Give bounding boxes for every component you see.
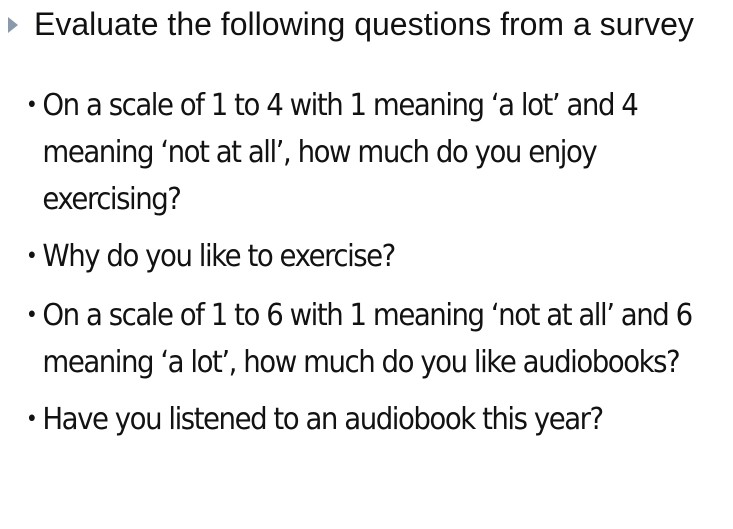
survey-question-4: • Have you listened to an audiobook this…: [24, 396, 723, 443]
heading-text: Evaluate the following questions from a …: [34, 6, 694, 42]
dot-bullet-icon: •: [25, 93, 38, 118]
dot-bullet-icon: •: [25, 244, 38, 269]
slide-heading: Evaluate the following questions from a …: [8, 4, 694, 44]
survey-question-text: On a scale of 1 to 4 with 1 meaning ‘a l…: [42, 88, 638, 217]
survey-question-text: Have you listened to an audiobook this y…: [42, 402, 604, 437]
dot-bullet-icon: •: [25, 303, 38, 328]
survey-question-list: • On a scale of 1 to 4 with 1 meaning ‘a…: [24, 82, 724, 453]
survey-question-text: Why do you like to exercise?: [42, 239, 396, 274]
survey-question-text: On a scale of 1 to 6 with 1 meaning ‘not…: [42, 298, 693, 380]
survey-question-3: • On a scale of 1 to 6 with 1 meaning ‘n…: [24, 292, 723, 386]
triangle-right-bullet-icon: [8, 17, 18, 33]
dot-bullet-icon: •: [25, 407, 38, 432]
survey-question-2: • Why do you like to exercise?: [24, 233, 723, 280]
survey-question-1: • On a scale of 1 to 4 with 1 meaning ‘a…: [24, 82, 723, 223]
slide: Evaluate the following questions from a …: [0, 0, 733, 529]
